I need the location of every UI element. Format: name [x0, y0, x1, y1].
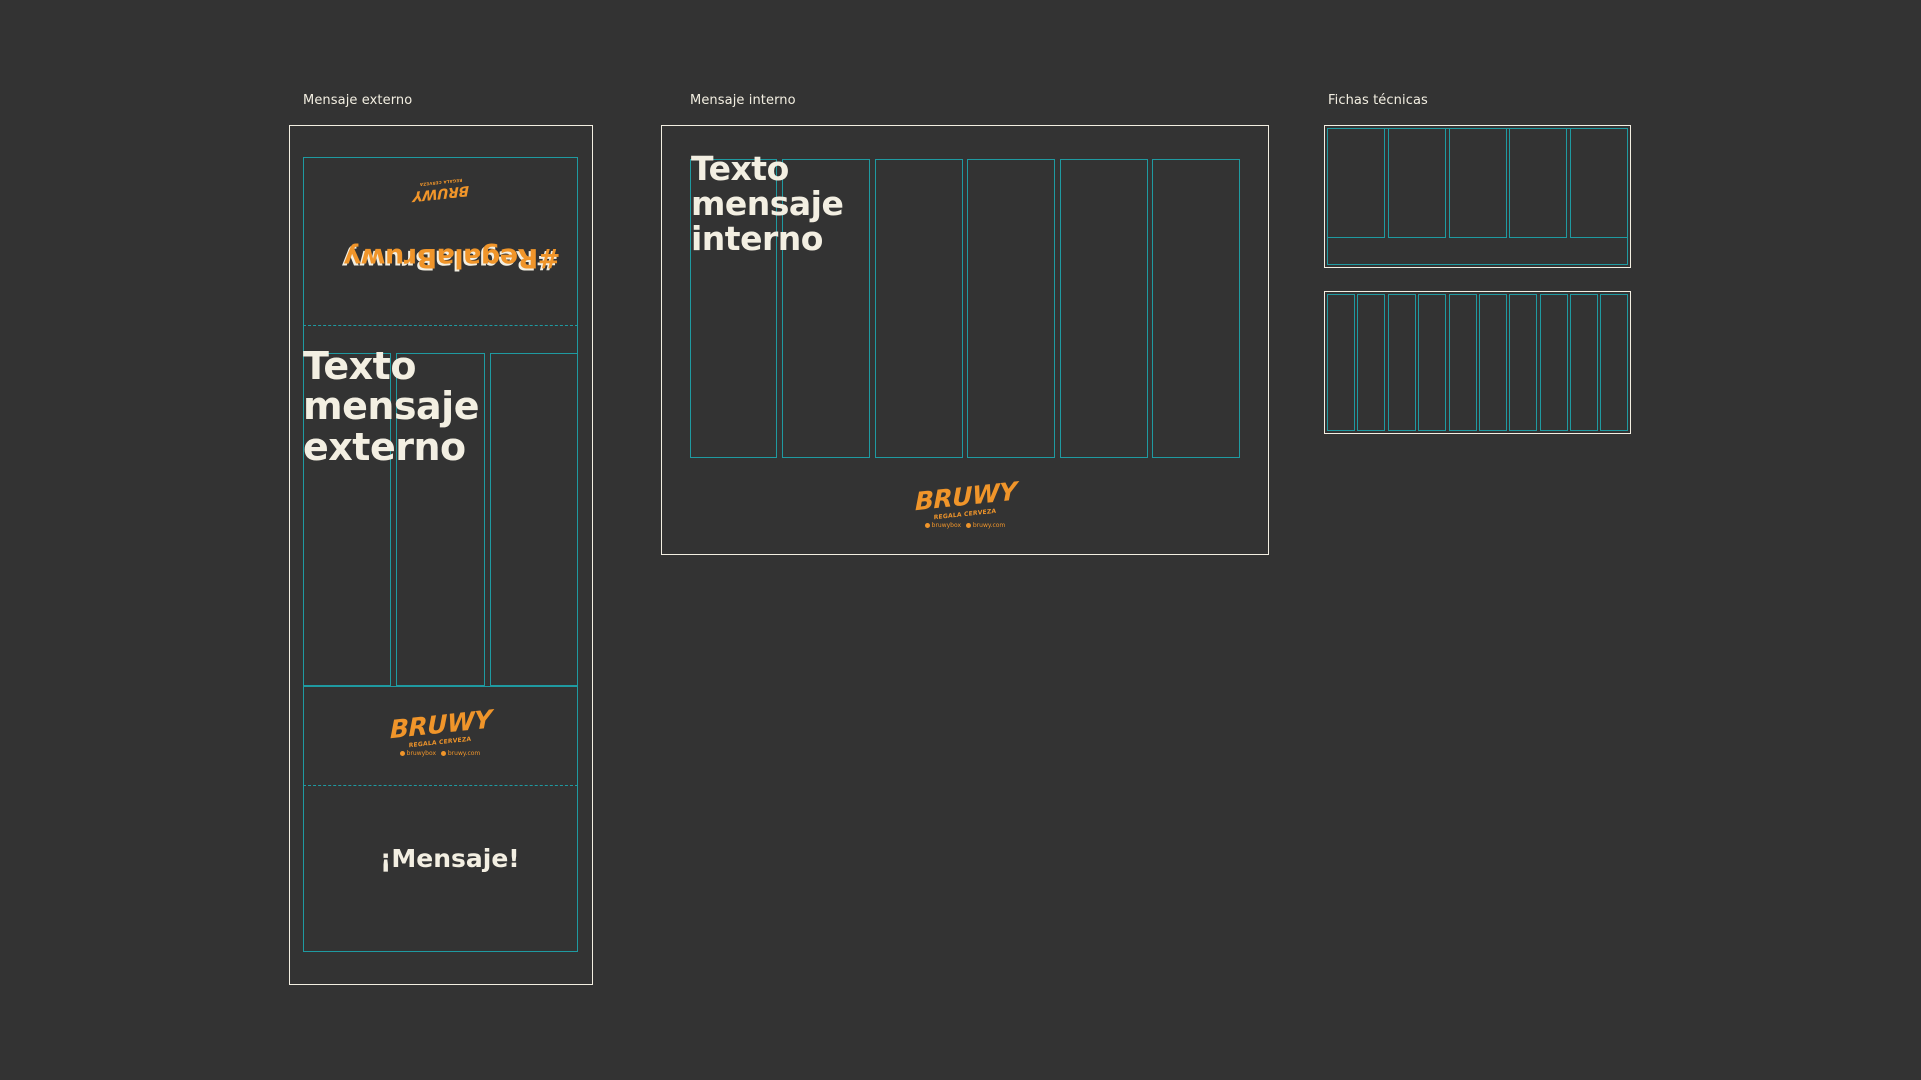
globe-icon [440, 751, 446, 756]
label-fichas-tecnicas: Fichas técnicas [1328, 93, 1428, 108]
fichas-2-column-2 [1357, 294, 1385, 431]
fichas-2-column-9 [1570, 294, 1598, 431]
fichas-2-column-10 [1600, 294, 1628, 431]
fold-line-top [303, 325, 578, 326]
externo-column-3 [490, 353, 578, 686]
fichas-2-column-8 [1540, 294, 1568, 431]
globe-icon [965, 523, 971, 528]
fichas-2-column-6 [1479, 294, 1507, 431]
texto-mensaje-externo: Texto mensaje externo [303, 344, 479, 469]
interno-logo: BRUWY REGALA CERVEZA bruwybox bruwy.com [915, 477, 1017, 529]
instagram-icon [399, 751, 405, 756]
interno-column-5 [1060, 159, 1148, 458]
fold-line-bottom [303, 785, 578, 786]
externo-logo: BRUWY REGALA CERVEZA bruwybox bruwy.com [390, 705, 492, 757]
interno-column-6 [1152, 159, 1240, 458]
fichas-1-column-1 [1327, 128, 1385, 238]
fichas-2-column-4 [1418, 294, 1446, 431]
logo-website: bruwy.com [447, 750, 481, 757]
externo-logo-upside: BRUWY REGALA CERVEZA [400, 178, 482, 204]
texto-mensaje-interno: Texto mensaje interno [691, 149, 844, 258]
fichas-2-column-5 [1449, 294, 1477, 431]
logo-instagram: bruwybox [931, 522, 962, 529]
hashtag-text: #RegalaBruwy [344, 242, 561, 273]
interno-column-4 [967, 159, 1055, 458]
externo-divider [303, 686, 578, 687]
fichas-2-column-7 [1509, 294, 1537, 431]
fichas-2-column-3 [1388, 294, 1416, 431]
fichas-1-column-4 [1509, 128, 1567, 238]
label-mensaje-interno: Mensaje interno [690, 93, 796, 108]
mensaje-text: ¡Mensaje! [380, 844, 520, 873]
design-canvas: Mensaje externo Mensaje interno Fichas t… [0, 0, 1921, 1080]
fichas-1-column-2 [1388, 128, 1446, 238]
fichas-1-column-5 [1570, 128, 1628, 238]
fichas-2-column-1 [1327, 294, 1355, 431]
fichas-1-column-3 [1449, 128, 1507, 238]
logo-website: bruwy.com [972, 522, 1006, 529]
interno-column-3 [875, 159, 963, 458]
label-mensaje-externo: Mensaje externo [303, 93, 413, 108]
logo-instagram: bruwybox [406, 750, 437, 757]
logo-links: bruwybox bruwy.com [915, 522, 1015, 529]
logo-links: bruwybox bruwy.com [390, 750, 490, 757]
instagram-icon [924, 523, 930, 528]
